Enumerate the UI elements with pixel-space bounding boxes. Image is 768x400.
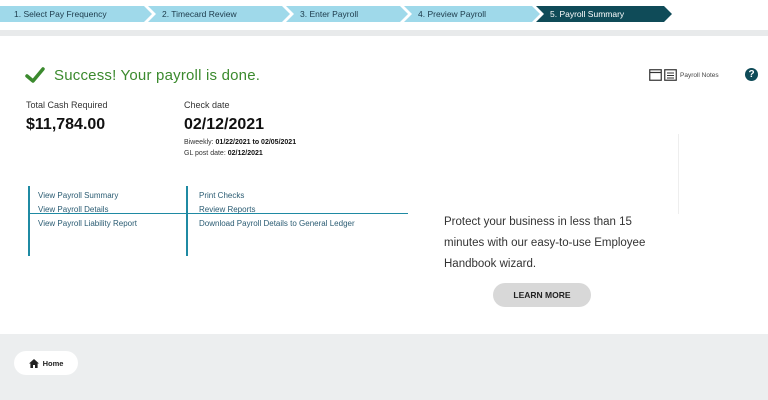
home-label: Home [42,358,64,368]
link-view-payroll-details[interactable]: View Payroll Details [38,205,109,214]
pay-period-label: Biweekly: [184,139,214,146]
step-payroll-summary[interactable]: 5. Payroll Summary [536,6,672,22]
link-print-checks[interactable]: Print Checks [199,191,244,200]
gl-post-date-value: 02/12/2021 [227,150,263,157]
link-review-reports[interactable]: Review Reports [199,205,255,214]
success-message: Success! Your payroll is done. [54,66,261,84]
success-banner: Success! Your payroll is done. [24,64,260,86]
link-download-general-ledger[interactable]: Download Payroll Details to General Ledg… [199,219,355,228]
link-view-payroll-liability-report[interactable]: View Payroll Liability Report [38,219,137,228]
home-button[interactable]: Home [14,351,78,375]
payroll-notes-label: Payroll Notes [680,71,719,79]
pay-period: Biweekly: 01/22/2021 to 02/05/2021 [184,139,296,146]
payroll-summary-panel: Success! Your payroll is done. Payroll N… [0,36,768,334]
check-date-value: 02/12/2021 [184,116,265,133]
total-cash-value: $11,784.00 [26,116,106,133]
link-view-payroll-summary[interactable]: View Payroll Summary [38,191,118,200]
step-preview-payroll[interactable]: 4. Preview Payroll [404,6,540,22]
footer-bar: Home [0,334,768,400]
gl-post-date: GL post date: 02/12/2021 [184,150,263,157]
total-cash-label: Total Cash Required [26,100,108,110]
help-icon[interactable]: ? [745,68,758,81]
step-timecard-review[interactable]: 2. Timecard Review [148,6,290,22]
step-select-pay-frequency[interactable]: 1. Select Pay Frequency [0,6,152,22]
step-enter-payroll[interactable]: 3. Enter Payroll [286,6,408,22]
learn-more-button[interactable]: LEARN MORE [493,283,591,307]
calendar-icon [649,69,662,81]
pay-period-value: 01/22/2021 to 02/05/2021 [215,139,297,146]
gl-post-date-label: GL post date: [184,150,226,157]
links-divider-left [28,186,30,256]
notes-icon [664,69,677,81]
links-divider-right [186,186,188,256]
home-icon [28,358,39,368]
check-date-label: Check date [184,100,230,110]
check-icon [25,67,45,83]
promo-divider [678,134,679,214]
payroll-stepper: 1. Select Pay Frequency 2. Timecard Revi… [0,0,768,30]
payroll-notes-button[interactable]: Payroll Notes [649,69,719,81]
promo-text: Protect your business in less than 15 mi… [444,216,646,270]
